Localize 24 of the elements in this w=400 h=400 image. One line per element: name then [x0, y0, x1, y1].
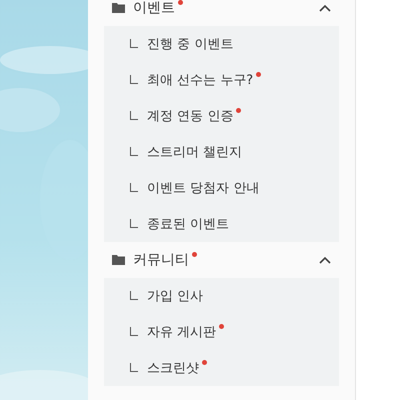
submenu-item[interactable]: 자유 게시판 [147, 323, 216, 341]
submenu-item[interactable]: 진행 중 이벤트 [147, 35, 234, 53]
submenu-item[interactable]: 가입 인사 [147, 287, 204, 305]
folder-icon [112, 255, 125, 265]
submenu-item[interactable]: 계정 연동 인증 [147, 107, 234, 125]
submenu-item[interactable]: 최애 선수는 누구? [147, 71, 254, 89]
branch-icon [130, 146, 138, 156]
chevron-up-icon[interactable] [319, 4, 331, 12]
menu-group-title[interactable]: 커뮤니티 [133, 251, 189, 269]
chevron-up-icon[interactable] [319, 256, 331, 264]
menu-group-title[interactable]: 이벤트 [133, 0, 175, 17]
branch-icon [130, 290, 138, 300]
branch-icon [130, 182, 138, 192]
submenu-item[interactable]: 스트리머 챌린지 [147, 143, 242, 161]
branch-icon [130, 326, 138, 336]
branch-icon [130, 218, 138, 228]
branch-icon [130, 74, 138, 84]
submenu-item[interactable]: 스크린샷 [147, 359, 199, 377]
submenu-item[interactable]: 종료된 이벤트 [147, 215, 230, 233]
branch-icon [130, 38, 138, 48]
submenu-item[interactable]: 이벤트 당첨자 안내 [147, 179, 260, 197]
branch-icon [130, 110, 138, 120]
folder-icon [112, 3, 125, 13]
branch-icon [130, 362, 138, 372]
